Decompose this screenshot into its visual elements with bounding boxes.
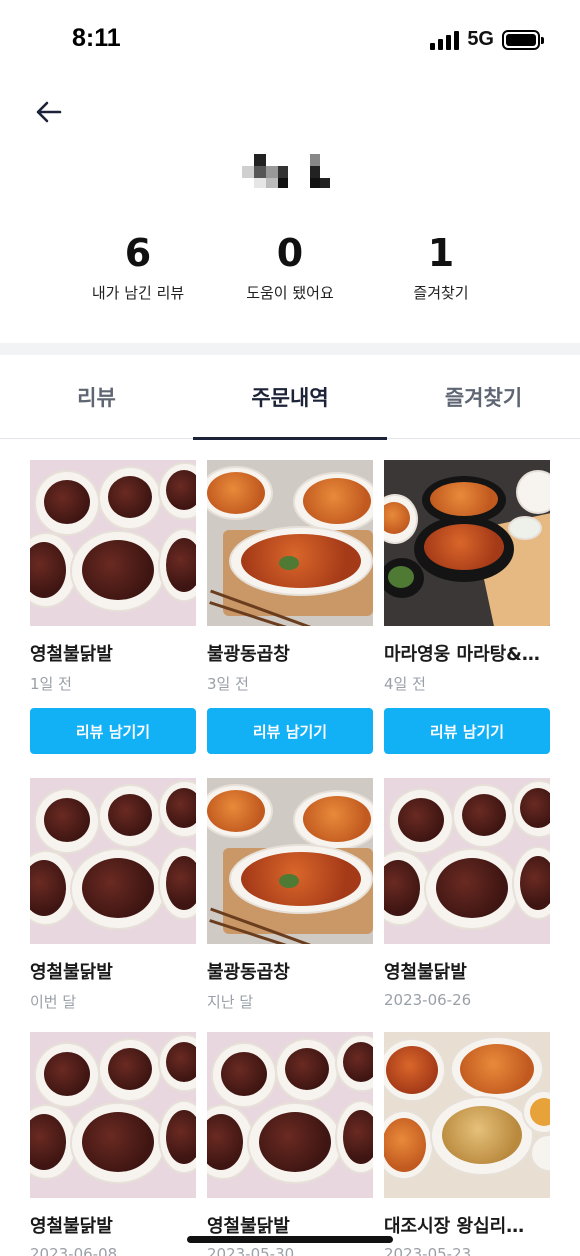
stat-value: 1: [427, 231, 455, 275]
home-indicator[interactable]: [187, 1236, 393, 1243]
order-date: 2023-05-30: [207, 1245, 295, 1256]
order-date: 2023-06-26: [384, 991, 472, 1009]
section-divider: [0, 343, 580, 355]
order-date: 지난 달: [207, 993, 254, 1011]
order-card[interactable]: 마라영웅 마라탕&… 4일 전 리뷰 남기기: [384, 460, 550, 754]
stat-favorites[interactable]: 1 즐겨찾기: [361, 228, 521, 303]
restaurant-name: 영철불닭발: [207, 1216, 290, 1237]
order-image[interactable]: [207, 460, 373, 626]
signal-icon: [430, 30, 460, 50]
order-card[interactable]: 영철불닭발 1일 전 리뷰 남기기: [30, 460, 196, 754]
status-bar: 8:11 5G: [0, 0, 580, 80]
restaurant-name: 영철불닭발: [30, 644, 113, 665]
order-card[interactable]: 영철불닭발 이번 달: [30, 778, 196, 1012]
restaurant-name: 불광동곱창: [207, 962, 290, 983]
order-card[interactable]: 대조시장 왕십리… 2023-05-23: [384, 1032, 550, 1256]
profile-name-pixelated: [240, 152, 340, 192]
restaurant-name: 영철불닭발: [384, 962, 467, 983]
write-review-button[interactable]: 리뷰 남기기: [384, 708, 550, 754]
arrow-left-icon: [36, 101, 62, 123]
order-image[interactable]: [207, 1032, 373, 1198]
restaurant-name: 영철불닭발: [30, 962, 113, 983]
order-date: 4일 전: [384, 675, 426, 693]
status-time: 8:11: [72, 24, 121, 52]
restaurant-name: 불광동곱창: [207, 644, 290, 665]
stat-value: 0: [276, 231, 304, 275]
order-image[interactable]: [207, 778, 373, 944]
order-date: 3일 전: [207, 675, 249, 693]
stat-label: 즐겨찾기: [413, 284, 469, 302]
order-card[interactable]: 불광동곱창 3일 전 리뷰 남기기: [207, 460, 373, 754]
stat-label: 내가 남긴 리뷰: [91, 284, 185, 302]
restaurant-name: 영철불닭발: [30, 1216, 113, 1237]
network-label: 5G: [467, 28, 494, 50]
order-image[interactable]: [384, 460, 550, 626]
battery-icon: [502, 29, 544, 50]
order-image[interactable]: [384, 778, 550, 944]
order-date: 이번 달: [30, 993, 77, 1011]
tab-favorites[interactable]: 즐겨찾기: [387, 355, 580, 439]
order-image[interactable]: [30, 1032, 196, 1198]
write-review-button[interactable]: 리뷰 남기기: [30, 708, 196, 754]
stat-helpful[interactable]: 0 도움이 됐어요: [210, 228, 370, 303]
tab-reviews[interactable]: 리뷰: [0, 355, 193, 439]
stat-label: 도움이 됐어요: [246, 284, 334, 302]
restaurant-name: 대조시장 왕십리…: [384, 1216, 525, 1237]
profile-stats: 6 내가 남긴 리뷰 0 도움이 됐어요 1 즐겨찾기: [0, 228, 580, 318]
order-date: 1일 전: [30, 675, 72, 693]
restaurant-name: 마라영웅 마라탕&…: [384, 644, 540, 665]
write-review-button[interactable]: 리뷰 남기기: [207, 708, 373, 754]
tab-order-history[interactable]: 주문내역: [193, 355, 387, 439]
tab-bar: 리뷰 주문내역 즐겨찾기: [0, 355, 580, 440]
order-date: 2023-06-08: [30, 1245, 118, 1256]
order-image[interactable]: [30, 778, 196, 944]
order-card[interactable]: 불광동곱창 지난 달: [207, 778, 373, 1012]
order-card[interactable]: 영철불닭발 2023-05-30: [207, 1032, 373, 1256]
order-card[interactable]: 영철불닭발 2023-06-08: [30, 1032, 196, 1256]
active-tab-indicator: [193, 437, 387, 440]
order-card[interactable]: 영철불닭발 2023-06-26: [384, 778, 550, 1009]
order-image[interactable]: [30, 460, 196, 626]
stat-value: 6: [124, 231, 152, 275]
back-button[interactable]: [28, 94, 68, 130]
status-icons: 5G: [430, 28, 544, 51]
order-date: 2023-05-23: [384, 1245, 472, 1256]
stat-my-reviews[interactable]: 6 내가 남긴 리뷰: [58, 228, 218, 303]
order-image[interactable]: [384, 1032, 550, 1198]
